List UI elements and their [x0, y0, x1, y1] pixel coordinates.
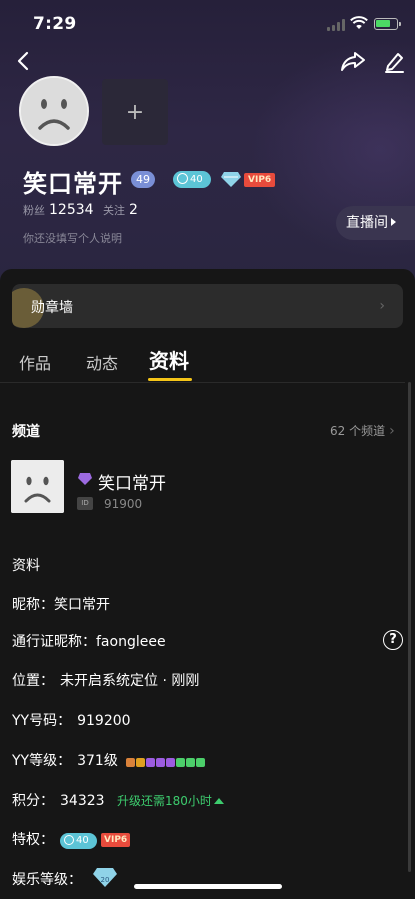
- vip-badge: VIP6: [244, 173, 276, 187]
- sad-face-icon: [21, 78, 87, 144]
- yy-number-label: YY号码：: [12, 713, 72, 729]
- channel-name[interactable]: 笑口常开: [98, 469, 166, 494]
- yy-level-row: YY等级： 371级: [12, 750, 206, 771]
- purple-gem-icon: [78, 473, 92, 485]
- diamond-badge-icon: [221, 172, 241, 187]
- leaf-green-icon: [186, 758, 196, 767]
- play-triangle-icon: [391, 218, 396, 226]
- chevron-right-icon: ›: [379, 298, 385, 314]
- heart-level-badge: 40: [60, 833, 97, 849]
- entertainment-level-row: 娱乐等级：: [12, 869, 82, 889]
- battery-icon: [374, 18, 401, 30]
- nickname-label: 昵称：: [12, 597, 54, 613]
- crown-gold-icon: [136, 758, 146, 767]
- points-label: 积分：: [12, 793, 54, 809]
- medal-wall-card[interactable]: 勋章墙 ›: [12, 284, 403, 328]
- channel-count-link[interactable]: 62 个频道 ›: [330, 422, 395, 439]
- nickname-value: 笑口常开: [54, 597, 110, 613]
- id-badge: ID: [77, 497, 93, 510]
- back-arrow-icon[interactable]: [10, 47, 38, 75]
- profile-name: 笑口常开: [23, 170, 123, 198]
- points-value: 34323: [60, 793, 105, 809]
- medal-wall-label: 勋章墙: [31, 300, 73, 316]
- channel-avatar[interactable]: [11, 460, 64, 513]
- entertainment-level-value: 20: [101, 876, 110, 884]
- points-row: 积分： 34323 升级还需180小时: [12, 790, 224, 810]
- signal-icon: [327, 19, 345, 31]
- entertainment-diamond-icon: 20: [93, 868, 117, 887]
- leaf-green-icon: [176, 758, 186, 767]
- yy-number-value: 919200: [77, 713, 131, 729]
- yy-number-row: YY号码： 919200: [12, 710, 131, 730]
- profile-avatar[interactable]: [19, 76, 89, 146]
- leaf-green-icon: [196, 758, 206, 767]
- moon-purple-icon: [146, 758, 156, 767]
- level-badge-value: 49: [136, 173, 150, 186]
- passport-row: 通行证昵称：faongleee: [12, 631, 166, 651]
- moon-purple-icon: [166, 758, 176, 767]
- heart-badge-value: 40: [190, 174, 203, 185]
- heart-badge-value: 40: [76, 835, 89, 846]
- vip-badge: VIP6: [101, 833, 131, 847]
- level-icons: [126, 755, 206, 771]
- up-arrow-icon: [213, 798, 224, 804]
- status-bar: 7:29: [0, 0, 415, 48]
- add-photo-button[interactable]: +: [102, 79, 168, 145]
- wifi-icon: [350, 16, 368, 29]
- sad-face-icon: [11, 460, 64, 513]
- location-value: 未开启系统定位 · 刚刚: [60, 673, 200, 689]
- privileges-label: 特权：: [12, 832, 54, 848]
- level-badge: 49: [131, 171, 155, 188]
- channel-id: 91900: [104, 497, 143, 511]
- tab-activity[interactable]: 动态: [86, 350, 118, 374]
- follow-count[interactable]: 2: [129, 202, 138, 218]
- moon-purple-icon: [156, 758, 166, 767]
- heart-icon: [64, 835, 74, 845]
- fans-count[interactable]: 12534: [49, 202, 94, 218]
- crown-bronze-icon: [126, 758, 136, 767]
- channels-title: 频道: [12, 424, 40, 440]
- upgrade-hint: 升级还需180小时: [117, 794, 212, 808]
- yy-level-value: 371级: [77, 753, 118, 769]
- status-time: 7:29: [33, 14, 77, 34]
- nickname-row: 昵称：笑口常开: [12, 594, 110, 614]
- active-tab-indicator: [148, 378, 192, 381]
- scrollbar[interactable]: [408, 382, 411, 872]
- tab-works[interactable]: 作品: [19, 350, 51, 374]
- live-room-button[interactable]: 直播间: [336, 206, 415, 240]
- location-label: 位置：: [12, 673, 54, 689]
- share-icon[interactable]: [339, 47, 367, 75]
- chevron-right-icon: ›: [389, 423, 395, 439]
- passport-label: 通行证昵称：: [12, 634, 96, 650]
- channel-count-text: 62 个频道: [330, 424, 386, 438]
- home-indicator[interactable]: [134, 884, 282, 889]
- heart-icon: [177, 173, 188, 184]
- help-icon[interactable]: ?: [383, 630, 403, 650]
- fans-label: 粉丝: [23, 204, 45, 217]
- profile-bio: 你还没填写个人说明: [23, 232, 122, 245]
- profile-tabs: 作品 动态 资料: [0, 345, 415, 383]
- heart-level-badge: 40: [173, 171, 211, 188]
- follow-label: 关注: [103, 204, 126, 217]
- privileges-row: 特权： 40 VIP6: [12, 829, 131, 849]
- passport-value: faongleee: [96, 634, 166, 650]
- tab-profile-info[interactable]: 资料: [149, 345, 189, 374]
- yy-level-label: YY等级：: [12, 753, 72, 769]
- details-title: 资料: [12, 558, 40, 574]
- edit-icon[interactable]: [380, 47, 408, 75]
- location-row: 位置： 未开启系统定位 · 刚刚: [12, 670, 199, 690]
- fans-follow-stats: 粉丝 12534 关注 2: [23, 202, 144, 218]
- entertainment-level-label: 娱乐等级：: [12, 872, 82, 888]
- tabs-divider: [0, 382, 405, 383]
- live-room-label: 直播间: [346, 215, 388, 231]
